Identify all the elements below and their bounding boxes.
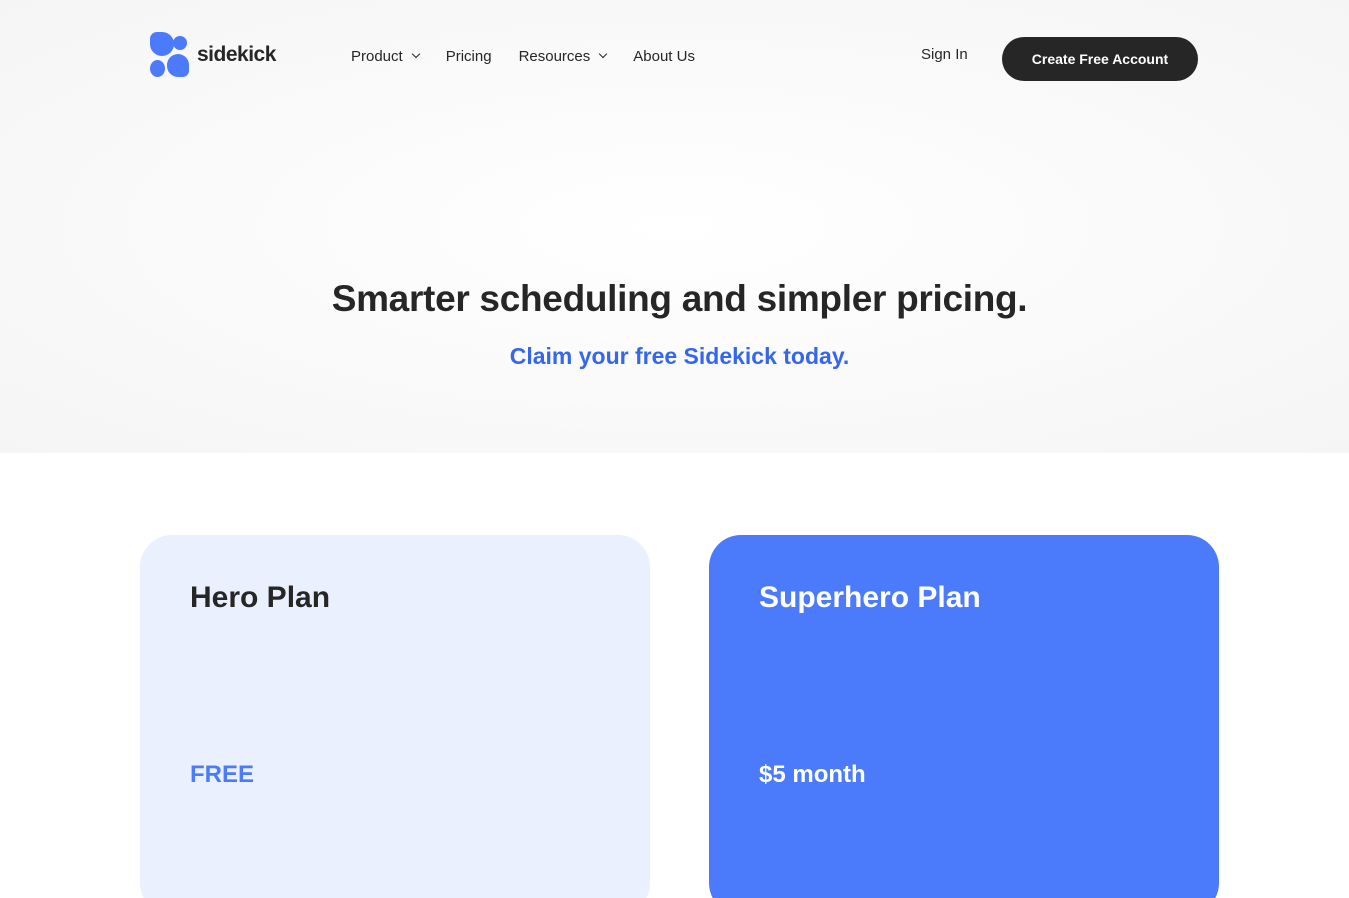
- plan-price: $5 month: [759, 761, 866, 788]
- nav-item-pricing[interactable]: Pricing: [446, 48, 492, 65]
- nav-item-label: About Us: [633, 47, 695, 65]
- plan-card-superhero: Superhero Plan $5 month: [709, 535, 1219, 898]
- nav-item-about-us[interactable]: About Us: [633, 48, 695, 65]
- logo-mark-icon: [149, 32, 191, 78]
- plan-name: Superhero Plan: [759, 581, 981, 614]
- chevron-down-icon: [599, 49, 608, 59]
- plan-price: FREE: [190, 761, 255, 788]
- pricing-page: sidekick Product Pricing Resources About…: [0, 0, 1349, 898]
- nav-item-label: Product: [351, 47, 403, 65]
- plan-card-hero: Hero Plan FREE: [140, 535, 650, 898]
- sign-in-link[interactable]: Sign In: [921, 46, 968, 63]
- nav-item-resources[interactable]: Resources: [518, 47, 608, 65]
- create-free-account-button[interactable]: Create Free Account: [1002, 37, 1198, 81]
- nav-item-product[interactable]: Product: [351, 47, 420, 65]
- hero-title: Smarter scheduling and simpler pricing.: [331, 278, 1028, 319]
- main-nav: Product Pricing Resources About Us: [351, 44, 722, 68]
- chevron-down-icon: [411, 49, 420, 59]
- logo-link[interactable]: sidekick: [149, 32, 279, 78]
- hero-subtitle: Claim your free Sidekick today.: [509, 343, 850, 369]
- logo-text: sidekick: [197, 43, 276, 66]
- nav-item-label: Pricing: [445, 47, 492, 65]
- plan-name: Hero Plan: [190, 581, 331, 614]
- site-header: sidekick Product Pricing Resources About…: [0, 0, 1349, 110]
- nav-item-label: Resources: [518, 47, 591, 65]
